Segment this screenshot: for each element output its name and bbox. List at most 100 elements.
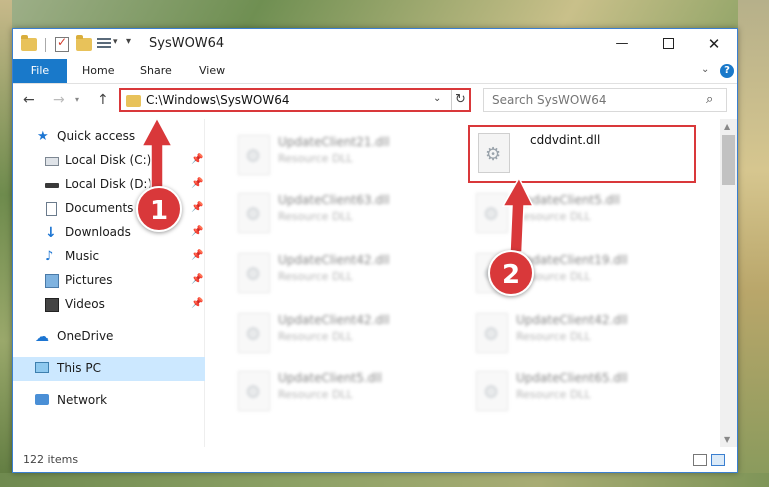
pin-icon[interactable]: 📌 [191,154,203,165]
music-icon: ♪ [45,249,54,264]
sidebar-item-videos[interactable]: Videos 📌 [13,293,205,317]
help-icon[interactable]: ? [720,64,734,78]
window-title: SysWOW64 [149,36,225,51]
search-icon[interactable]: ⌕ [706,92,713,107]
folder-icon [21,35,37,51]
dll-file-icon [476,313,508,353]
sidebar-item-pictures[interactable]: Pictures 📌 [13,269,205,293]
list-item[interactable]: UpdateClient65.dll Resource DLL [468,365,688,421]
scroll-up-icon[interactable]: ▲ [724,122,730,131]
dll-file-icon [476,371,508,411]
back-arrow-icon[interactable]: ← [23,92,35,108]
file-type: Resource DLL [516,210,591,223]
file-name: UpdateClient42.dll [278,253,390,267]
file-type: Resource DLL [278,152,353,165]
maximize-button[interactable] [645,29,691,59]
computer-icon [35,362,49,373]
address-dropdown-icon[interactable]: ⌄ [433,93,441,104]
sidebar-item-downloads[interactable]: ↓ Downloads 📌 [13,221,205,245]
file-name: UpdateClient42.dll [516,313,628,327]
maximize-icon [662,38,674,49]
large-icons-view-icon[interactable] [711,454,725,466]
toolbar-separator [45,38,46,52]
pin-icon[interactable]: 📌 [191,202,203,213]
sidebar-item-label: Local Disk (C:) [65,153,152,167]
step-marker-2: 2 [488,250,534,296]
file-name: UpdateClient5.dll [278,371,382,385]
sidebar-item-label: Videos [65,297,105,311]
sidebar-item-label: Local Disk (D:) [65,177,153,191]
minimize-button[interactable]: — [599,29,645,59]
dll-file-icon [476,193,508,233]
dll-file-icon [238,135,270,175]
sidebar-item-label: Quick access [57,129,136,143]
file-type: Resource DLL [278,388,353,401]
sidebar-item-onedrive[interactable]: ☁ OneDrive [13,325,205,349]
dll-file-icon [238,253,270,293]
vertical-scrollbar[interactable]: ▲ ▼ [720,119,737,447]
list-item[interactable]: UpdateClient42.dll Resource DLL [230,247,450,303]
new-folder-icon[interactable] [76,35,92,51]
details-view-icon[interactable] [693,454,707,466]
list-item[interactable]: UpdateClient5.dll Resource DLL [468,187,688,243]
sidebar-item-label: This PC [57,361,101,375]
dll-file-icon [238,193,270,233]
tab-file[interactable]: File [13,59,67,83]
up-arrow-icon[interactable]: ↑ [97,92,109,108]
pictures-icon [45,274,59,288]
sidebar-item-label: Network [57,393,108,407]
sidebar-item-this-pc[interactable]: This PC [13,357,205,381]
list-item[interactable]: UpdateClient42.dll Resource DLL [230,307,450,363]
tab-home[interactable]: Home [82,59,114,83]
file-type: Resource DLL [516,388,591,401]
file-type: Resource DLL [278,210,353,223]
expand-ribbon-icon[interactable]: ⌄ [701,64,709,75]
dll-file-icon [238,371,270,411]
search-box[interactable]: ⌕ [483,88,727,112]
sidebar-item-network[interactable]: Network [13,389,205,413]
close-button[interactable]: ✕ [691,29,737,59]
list-item[interactable]: UpdateClient42.dll Resource DLL [468,307,688,363]
pin-icon[interactable]: 📌 [191,250,203,261]
tab-share[interactable]: Share [140,59,172,83]
file-list: UpdateClient21.dll Resource DLL UpdateCl… [206,119,720,447]
forward-arrow-icon[interactable]: → [53,92,65,108]
pin-icon[interactable]: 📌 [191,298,203,309]
pin-icon[interactable]: 📌 [191,226,203,237]
pin-icon[interactable]: 📌 [191,274,203,285]
chevron-down-icon[interactable]: ▾ [113,37,118,47]
sidebar-item-local-disk-c[interactable]: Local Disk (C:) 📌 [13,149,205,173]
navigation-bar: ← → ▾ ↑ C:\Windows\SysWOW64 ⌄ ↻ ⌕ [13,85,737,117]
address-path[interactable]: C:\Windows\SysWOW64 [146,93,290,107]
file-name: UpdateClient63.dll [278,193,390,207]
sidebar-item-quick-access[interactable]: ★ Quick access [13,125,205,149]
desktop-background-bottom [0,473,769,487]
address-bar[interactable]: C:\Windows\SysWOW64 ⌄ ↻ [119,88,471,112]
file-type: Resource DLL [278,330,353,343]
refresh-icon[interactable]: ↻ [451,90,469,110]
search-input[interactable] [492,92,702,108]
file-name: UpdateClient21.dll [278,135,390,149]
list-item[interactable]: UpdateClient5.dll Resource DLL [230,365,450,421]
pin-icon[interactable]: 📌 [191,178,203,189]
ribbon-tabs: File Home Share View ⌄ ? [13,59,737,84]
recent-locations-icon[interactable]: ▾ [75,95,79,104]
file-type: Resource DLL [516,330,591,343]
tab-view[interactable]: View [199,59,225,83]
view-list-icon[interactable] [97,38,111,51]
sidebar-item-music[interactable]: ♪ Music 📌 [13,245,205,269]
step-marker-1: 1 [136,186,182,232]
scroll-down-icon[interactable]: ▼ [724,435,730,444]
star-icon: ★ [37,129,49,144]
properties-icon[interactable] [55,35,69,52]
list-item[interactable]: UpdateClient63.dll Resource DLL [230,187,450,243]
desktop-background-left [0,0,12,487]
scrollbar-thumb[interactable] [722,135,735,185]
title-bar: ▾ ▾ SysWOW64 — ✕ [13,29,737,59]
file-type: Resource DLL [278,270,353,283]
customize-toolbar-icon[interactable]: ▾ [126,36,131,47]
dll-file-icon [238,313,270,353]
file-name: UpdateClient65.dll [516,371,628,385]
sidebar-item-label: Downloads [65,225,131,239]
list-item[interactable]: UpdateClient21.dll Resource DLL [230,129,450,185]
